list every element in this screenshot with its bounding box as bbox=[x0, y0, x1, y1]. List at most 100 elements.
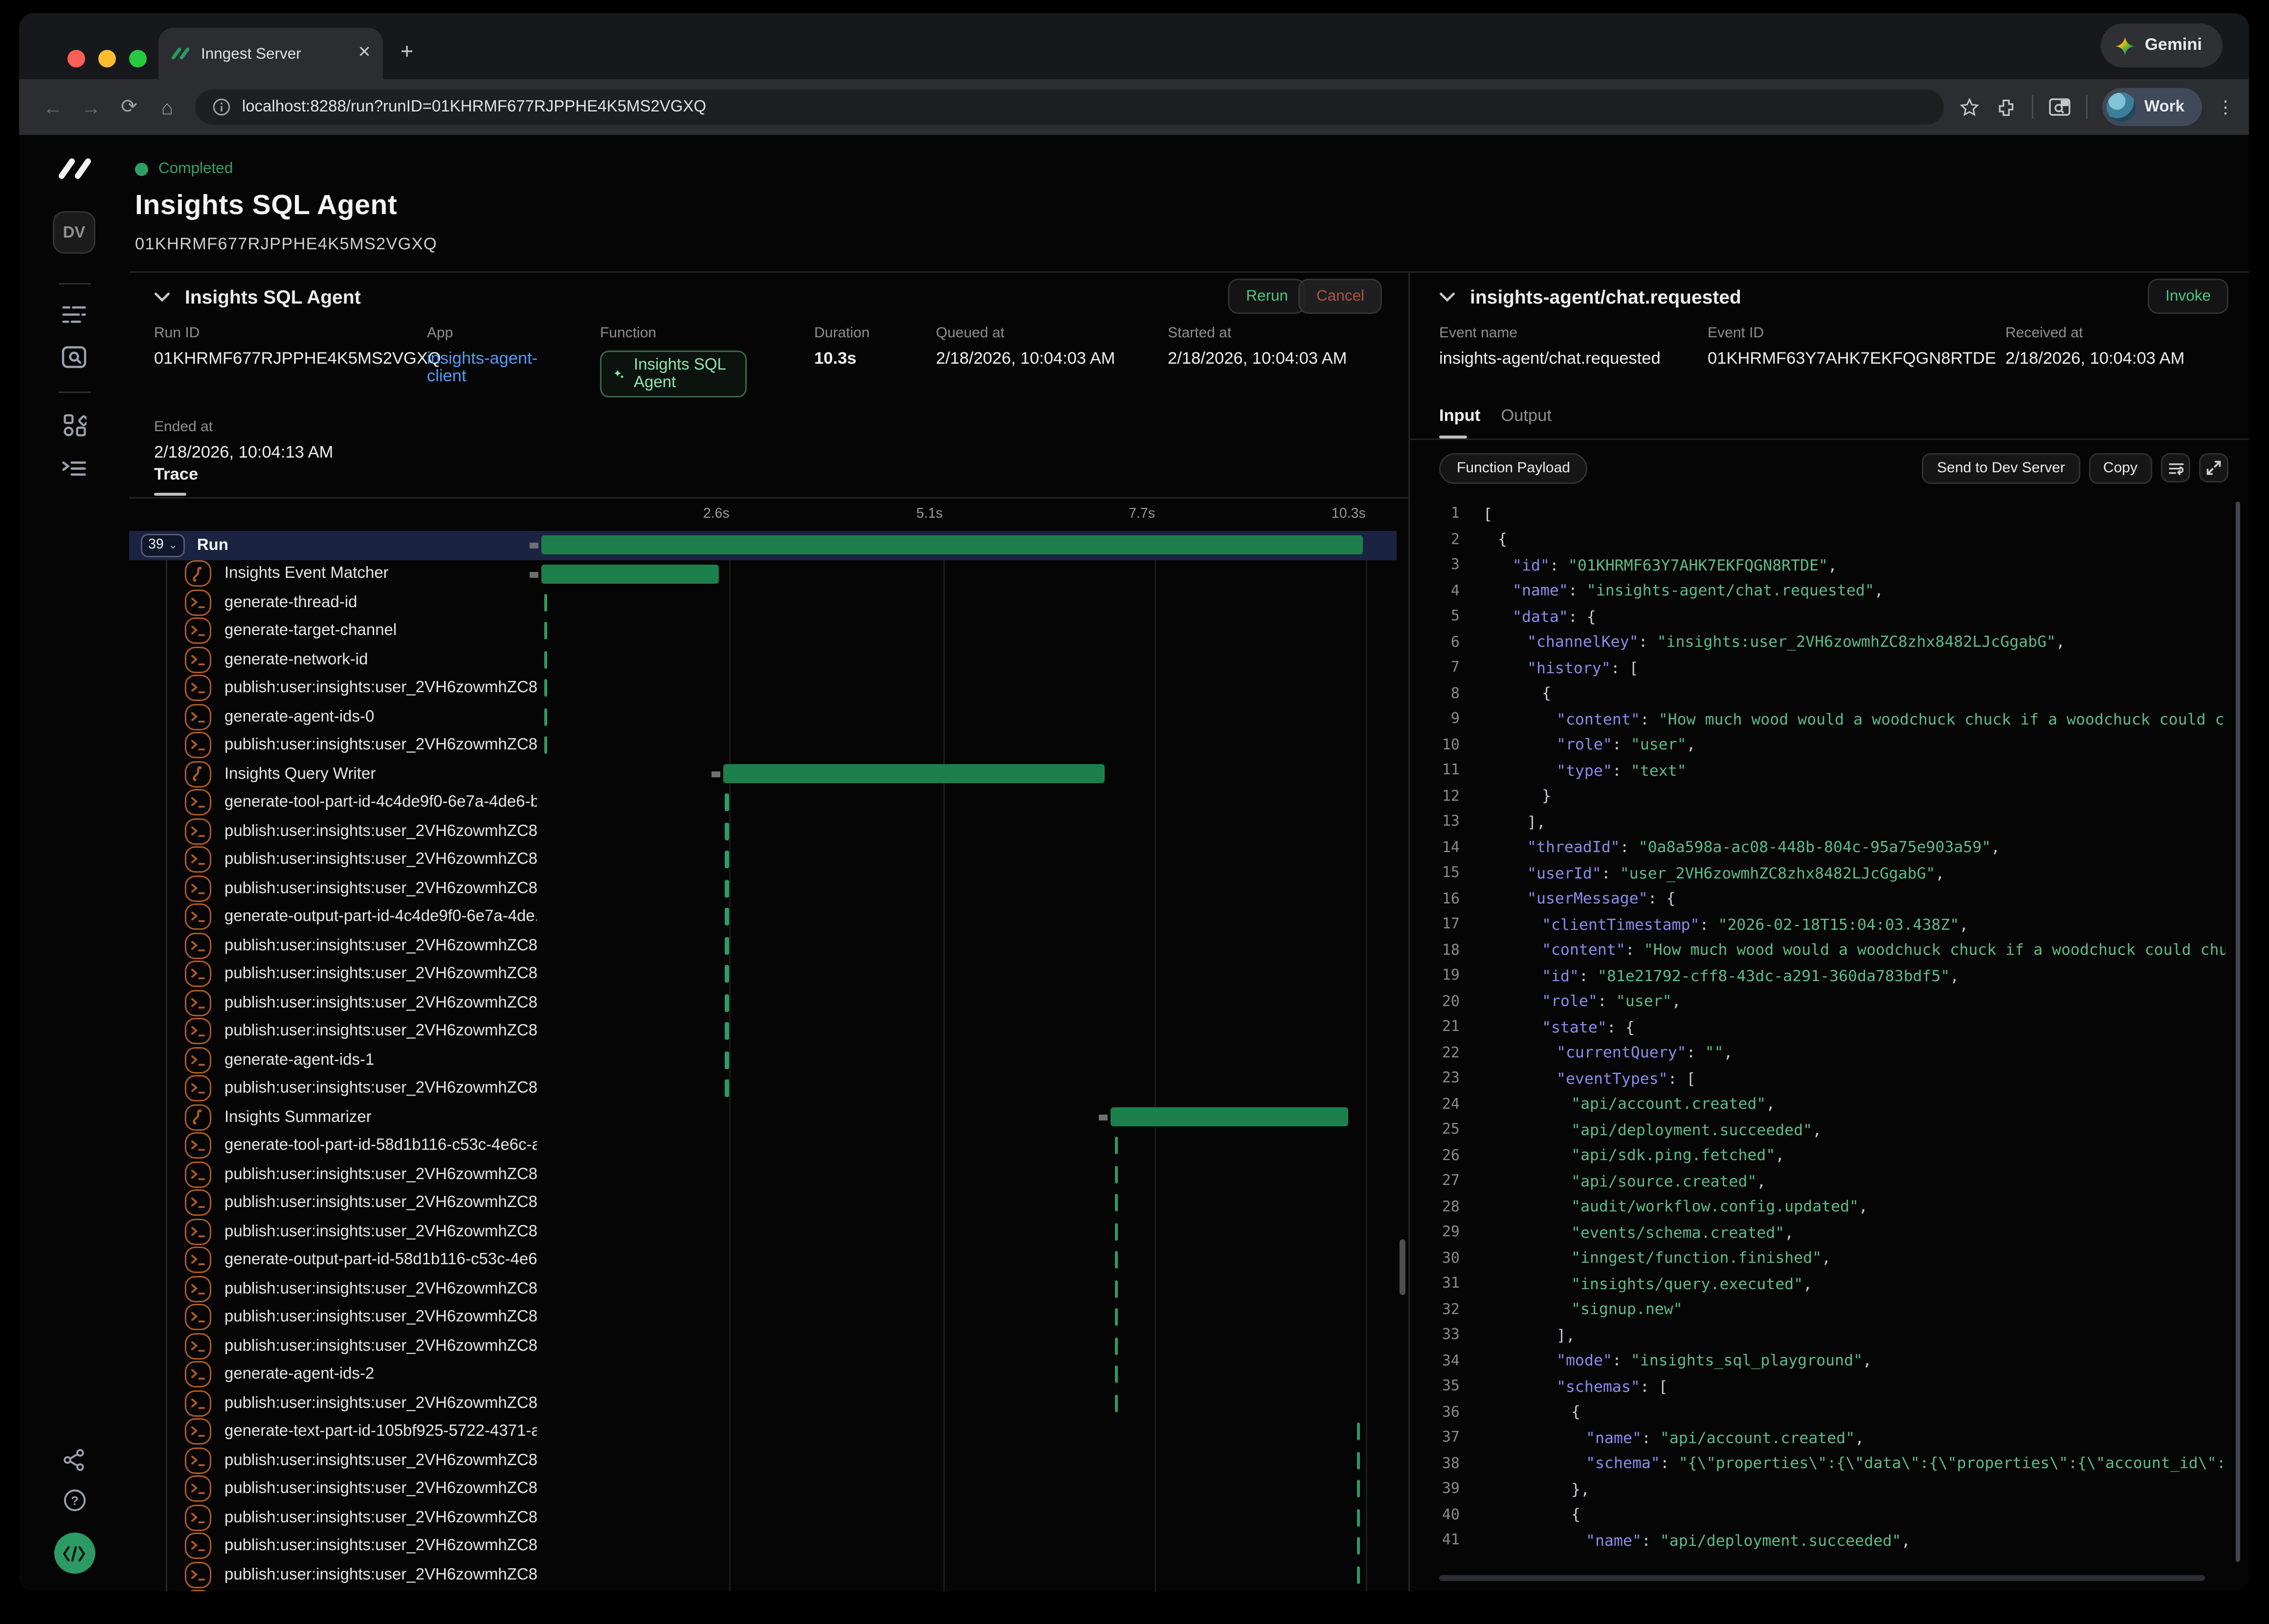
runs-list-icon[interactable] bbox=[62, 305, 87, 324]
tab-input[interactable]: Input bbox=[1439, 408, 1480, 425]
trace-span-tick[interactable] bbox=[1114, 1337, 1118, 1355]
trace-span-tick[interactable] bbox=[1114, 1309, 1118, 1326]
trace-row[interactable]: publish:user:insights:user_2VH6zowmhZC8z… bbox=[129, 1389, 1397, 1418]
tab-trace[interactable]: Trace bbox=[154, 466, 198, 484]
trace-row[interactable]: generate-agent-ids-1 bbox=[129, 1046, 1397, 1075]
forward-icon[interactable]: → bbox=[72, 96, 110, 118]
url-bar[interactable]: localhost:8288/run?runID=01KHRMF677RJPPH… bbox=[195, 89, 1943, 125]
expand-icon[interactable] bbox=[2199, 453, 2228, 483]
trace-span-tick[interactable] bbox=[725, 937, 729, 954]
trace-row[interactable]: publish:user:insights:user_2VH6zowmhZC8z… bbox=[129, 674, 1397, 703]
trace-row[interactable]: publish:user:insights:user_2VH6zowmhZC8z… bbox=[129, 1532, 1397, 1561]
trace-span-tick[interactable] bbox=[1114, 1366, 1118, 1383]
trace-row[interactable]: publish:user:insights:user_2VH6zowmhZC8z… bbox=[129, 1217, 1397, 1246]
trace-span-tick[interactable] bbox=[545, 680, 548, 697]
extensions-icon[interactable] bbox=[1995, 96, 2017, 118]
side-panel-search-icon[interactable] bbox=[2047, 97, 2071, 117]
collapse-chevron-icon[interactable] bbox=[154, 292, 170, 302]
trace-row[interactable]: generate-output-part-id-4c4de9f0-6e7a-4d… bbox=[129, 903, 1397, 932]
trace-row[interactable]: Insights Query Writer bbox=[129, 760, 1397, 789]
browser-tab[interactable]: Inngest Server ✕ bbox=[158, 28, 383, 79]
word-wrap-icon[interactable] bbox=[2161, 453, 2190, 483]
trace-span-tick[interactable] bbox=[725, 908, 729, 926]
browser-menu-icon[interactable]: ⋮ bbox=[2217, 97, 2234, 117]
trace-row[interactable]: Insights Summarizer bbox=[129, 1103, 1397, 1132]
trace-span-tick[interactable] bbox=[725, 1051, 729, 1069]
trace-row[interactable]: publish:user:insights:user_2VH6zowmhZC8z… bbox=[129, 1560, 1397, 1589]
cancel-button[interactable]: Cancel bbox=[1299, 279, 1382, 314]
trace-row[interactable]: generate-output-part-id-58d1b116-c53c-4e… bbox=[129, 1246, 1397, 1275]
payload-code-editor[interactable]: 1[2{3"id": "01KHRMF63Y7AHK7EKFQGN8RTDE",… bbox=[1422, 502, 2225, 1571]
function-payload-button[interactable]: Function Payload bbox=[1439, 453, 1588, 483]
trace-span-tick[interactable] bbox=[1114, 1194, 1118, 1212]
back-icon[interactable]: ← bbox=[34, 96, 72, 118]
minimize-window-icon[interactable] bbox=[98, 50, 116, 67]
rerun-button[interactable]: Rerun bbox=[1228, 279, 1306, 314]
app-link[interactable]: insights-agent-client bbox=[427, 351, 559, 386]
trace-row[interactable]: publish:user:insights:user_2VH6zowmhZC8z… bbox=[129, 874, 1397, 903]
trace-row[interactable]: 39⌄Run bbox=[129, 531, 1397, 560]
trace-row[interactable]: publish:user:insights:user_2VH6zowmhZC8z… bbox=[129, 1274, 1397, 1303]
gemini-button[interactable]: Gemini bbox=[2101, 23, 2223, 67]
traffic-lights[interactable] bbox=[67, 50, 147, 67]
trace-span-tick[interactable] bbox=[545, 737, 548, 754]
trace-span-tick[interactable] bbox=[725, 794, 729, 812]
trace-span-tick[interactable] bbox=[1114, 1394, 1118, 1412]
trace-span-tick[interactable] bbox=[545, 622, 548, 640]
trace-span-tick[interactable] bbox=[545, 708, 548, 725]
copy-button[interactable]: Copy bbox=[2089, 453, 2152, 483]
trace-span-bar[interactable] bbox=[541, 564, 718, 583]
trace-span-tick[interactable] bbox=[1357, 1451, 1360, 1469]
trace-span-tick[interactable] bbox=[1114, 1251, 1118, 1269]
trace-span-bar[interactable] bbox=[541, 536, 1363, 555]
trace-scrollbar[interactable] bbox=[1400, 1239, 1405, 1295]
code-horizontal-scrollbar[interactable] bbox=[1439, 1575, 2205, 1581]
code-vertical-scrollbar[interactable] bbox=[2235, 502, 2241, 1562]
profile-button[interactable]: Work bbox=[2102, 88, 2202, 126]
event-search-icon[interactable] bbox=[62, 346, 87, 368]
trace-row[interactable]: publish:user:insights:user_2VH6zowmhZC8z… bbox=[129, 1589, 1397, 1592]
trace-row[interactable]: publish:user:insights:user_2VH6zowmhZC8z… bbox=[129, 817, 1397, 846]
trace-row[interactable]: publish:user:insights:user_2VH6zowmhZC8z… bbox=[129, 846, 1397, 875]
trace-span-tick[interactable] bbox=[725, 994, 729, 1011]
terminal-log-icon[interactable] bbox=[62, 459, 87, 478]
trace-row[interactable]: publish:user:insights:user_2VH6zowmhZC8z… bbox=[129, 1075, 1397, 1103]
trace-span-tick[interactable] bbox=[545, 593, 548, 611]
trace-row[interactable]: publish:user:insights:user_2VH6zowmhZC8z… bbox=[129, 1160, 1397, 1189]
trace-row[interactable]: publish:user:insights:user_2VH6zowmhZC8z… bbox=[129, 1189, 1397, 1218]
trace-span-tick[interactable] bbox=[1357, 1566, 1360, 1583]
trace-span-tick[interactable] bbox=[1357, 1423, 1360, 1441]
trace-span-tick[interactable] bbox=[725, 822, 729, 840]
trace-span-tick[interactable] bbox=[1357, 1537, 1360, 1555]
trace-span-tick[interactable] bbox=[725, 851, 729, 869]
trace-span-tick[interactable] bbox=[1114, 1280, 1118, 1297]
trace-span-tick[interactable] bbox=[545, 651, 548, 668]
maximize-window-icon[interactable] bbox=[129, 50, 147, 67]
trace-span-tick[interactable] bbox=[1114, 1137, 1118, 1155]
run-count-badge[interactable]: 39⌄ bbox=[141, 533, 185, 557]
trace-span-tick[interactable] bbox=[1114, 1223, 1118, 1240]
send-to-dev-server-button[interactable]: Send to Dev Server bbox=[1922, 453, 2080, 483]
trace-row[interactable]: publish:user:insights:user_2VH6zowmhZC8z… bbox=[129, 731, 1397, 760]
new-tab-button[interactable]: + bbox=[400, 40, 413, 65]
trace-span-tick[interactable] bbox=[1357, 1509, 1360, 1526]
trace-row[interactable]: generate-agent-ids-2 bbox=[129, 1361, 1397, 1389]
dev-code-button[interactable] bbox=[54, 1533, 95, 1574]
trace-row[interactable]: publish:user:insights:user_2VH6zowmhZC8z… bbox=[129, 1446, 1397, 1475]
collapse-chevron-icon[interactable] bbox=[1439, 292, 1455, 302]
tab-output[interactable]: Output bbox=[1501, 408, 1552, 425]
trace-row[interactable]: publish:user:insights:user_2VH6zowmhZC8z… bbox=[129, 1503, 1397, 1532]
trace-row[interactable]: publish:user:insights:user_2VH6zowmhZC8z… bbox=[129, 960, 1397, 989]
function-pill[interactable]: Insights SQL Agent bbox=[600, 351, 747, 397]
trace-row[interactable]: generate-target-channel bbox=[129, 617, 1397, 646]
trace-span-tick[interactable] bbox=[725, 1080, 729, 1097]
apps-icon[interactable] bbox=[63, 414, 86, 437]
trace-row[interactable]: generate-tool-part-id-4c4de9f0-6e7a-4de6… bbox=[129, 789, 1397, 817]
trace-span-tick[interactable] bbox=[725, 879, 729, 897]
invoke-button[interactable]: Invoke bbox=[2148, 279, 2228, 314]
trace-span-tick[interactable] bbox=[1114, 1165, 1118, 1183]
trace-row[interactable]: generate-network-id bbox=[129, 645, 1397, 674]
trace-row[interactable]: publish:user:insights:user_2VH6zowmhZC8z… bbox=[129, 1332, 1397, 1361]
site-info-icon[interactable] bbox=[213, 98, 230, 116]
reload-icon[interactable]: ⟳ bbox=[110, 95, 148, 119]
